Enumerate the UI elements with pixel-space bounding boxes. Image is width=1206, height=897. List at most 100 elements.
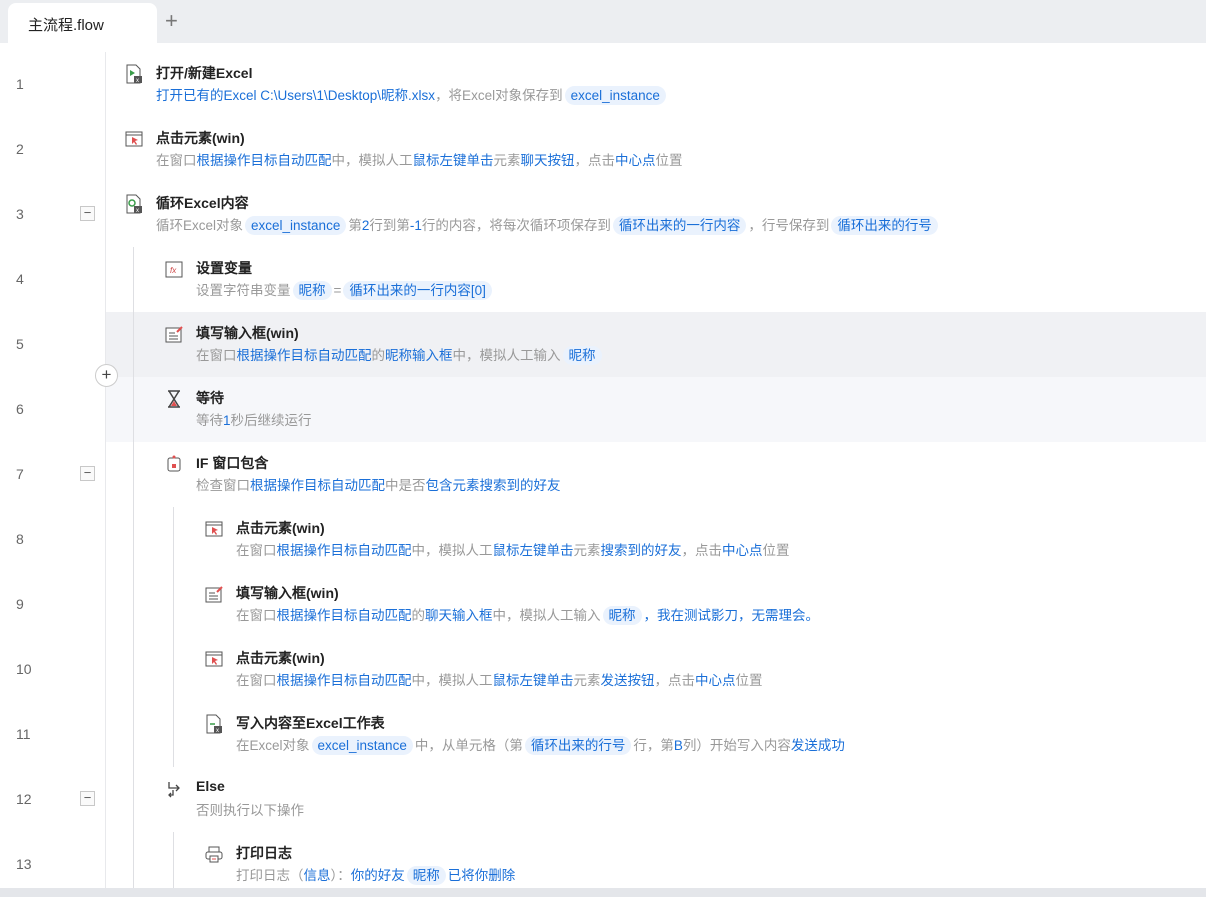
step-description: 检查窗口根据操作目标自动匹配中是否包含元素搜索到的好友: [196, 475, 561, 497]
parameter-value[interactable]: 你的好友: [351, 868, 405, 883]
line-number: 12: [16, 791, 32, 807]
step-description: 在窗口根据操作目标自动匹配中，模拟人工鼠标左键单击元素搜索到的好友，点击中心点位…: [236, 540, 790, 562]
description-text: 设置字符串变量: [196, 283, 291, 298]
svg-text:x: x: [136, 208, 139, 214]
variable-pill[interactable]: 循环出来的一行内容[0]: [343, 281, 492, 300]
excel-write-icon: x: [205, 714, 223, 734]
parameter-value[interactable]: -1: [410, 218, 422, 233]
flow-step-row[interactable]: 7 − IF 窗口包含 检查窗口根据操作目标自动匹配中是否包含元素搜索到的好友: [0, 442, 1206, 507]
click-element-icon: [205, 649, 223, 669]
description-text: 秒后继续运行: [230, 413, 312, 428]
variable-pill[interactable]: excel_instance: [311, 736, 413, 755]
step-title: 点击元素(win): [236, 650, 325, 666]
parameter-value[interactable]: 中心点: [722, 543, 763, 558]
variable-pill[interactable]: 昵称: [292, 281, 332, 300]
parameter-value[interactable]: 根据操作目标自动匹配: [277, 543, 412, 558]
flow-step-row[interactable]: 4 fx 设置变量 设置字符串变量 昵称 = 循环出来的一行内容[0]: [0, 247, 1206, 312]
collapse-toggle[interactable]: −: [80, 466, 95, 481]
flow-step-row[interactable]: 8 点击元素(win) 在窗口根据操作目标自动匹配中，模拟人工鼠标左键单击元素搜索到…: [0, 507, 1206, 572]
parameter-value[interactable]: 鼠标左键单击: [413, 153, 494, 168]
variable-pill[interactable]: excel_instance: [245, 216, 347, 235]
description-text: 中，模拟人工: [411, 673, 493, 688]
flow-step-row[interactable]: 9 填写输入框(win) 在窗口根据操作目标自动匹配的聊天输入框中，模拟人工输入 昵称…: [0, 572, 1206, 637]
variable-pill[interactable]: 昵称: [562, 346, 602, 365]
parameter-value[interactable]: 包含元素搜索到的好友: [426, 478, 561, 493]
parameter-value[interactable]: 打开已有的Excel C:\Users\1\Desktop\昵称.xlsx: [156, 88, 435, 103]
description-text: 第: [348, 218, 362, 233]
line-number: 9: [16, 596, 24, 612]
flow-step-row[interactable]: 3− x 循环Excel内容 循环Excel对象 excel_instance 第2行到第…: [0, 182, 1206, 247]
collapse-toggle[interactable]: −: [80, 791, 95, 806]
variable-pill[interactable]: 昵称: [602, 606, 642, 625]
horizontal-scrollbar[interactable]: [0, 888, 1206, 897]
click-element-icon: [205, 519, 223, 539]
step-description: 在窗口根据操作目标自动匹配的聊天输入框中，模拟人工输入 昵称 ，我在测试影刀，无需理…: [236, 605, 819, 627]
description-text: 在窗口: [236, 543, 277, 558]
parameter-value[interactable]: 搜索到的好友: [601, 543, 682, 558]
flow-step-row[interactable]: 11 x 写入内容至Excel工作表 在Excel对象 excel_instance 中，…: [0, 702, 1206, 767]
description-text: 元素: [573, 543, 601, 558]
parameter-value[interactable]: 鼠标左键单击: [493, 543, 574, 558]
parameter-value[interactable]: 根据操作目标自动匹配: [277, 608, 412, 623]
line-number: 11: [16, 726, 31, 742]
parameter-value[interactable]: 发送成功: [791, 738, 845, 753]
parameter-value[interactable]: 根据操作目标自动匹配: [277, 673, 412, 688]
parameter-value[interactable]: 发送按钮: [601, 673, 655, 688]
description-text: 位置: [655, 153, 683, 168]
parameter-value[interactable]: 1: [223, 413, 231, 428]
flow-step-row[interactable]: 5 填写输入框(win) 在窗口根据操作目标自动匹配的昵称输入框中，模拟人工输入 昵称: [0, 312, 1206, 377]
step-title: Else: [196, 778, 225, 794]
parameter-value[interactable]: 根据操作目标自动匹配: [250, 478, 385, 493]
variable-pill[interactable]: excel_instance: [564, 86, 666, 105]
variable-pill[interactable]: 循环出来的行号: [524, 736, 632, 755]
add-tab-button[interactable]: +: [165, 8, 178, 34]
parameter-value[interactable]: 中心点: [695, 673, 736, 688]
parameter-value[interactable]: 聊天按钮: [521, 153, 575, 168]
parameter-value[interactable]: 昵称输入框: [385, 348, 453, 363]
parameter-value[interactable]: 中心点: [615, 153, 656, 168]
step-title: 循环Excel内容: [156, 195, 249, 211]
description-text: 的: [411, 608, 426, 623]
flow-step-row[interactable]: 6 等待 等待1秒后继续运行: [0, 377, 1206, 442]
parameter-value[interactable]: B: [674, 738, 683, 753]
parameter-value[interactable]: ，我在测试影刀，无需理会。: [644, 608, 820, 623]
description-text: 等待: [196, 413, 223, 428]
parameter-value[interactable]: 根据操作目标自动匹配: [197, 153, 332, 168]
parameter-value[interactable]: 根据操作目标自动匹配: [237, 348, 372, 363]
step-title: 打开/新建Excel: [156, 65, 253, 81]
line-number: 2: [16, 141, 24, 157]
description-text: 打印日志（: [236, 868, 304, 883]
description-text: ，行号保存到: [748, 218, 830, 233]
variable-pill[interactable]: 循环出来的一行内容: [612, 216, 747, 235]
description-text: 列）开始写入内容: [682, 738, 791, 753]
description-text: 在窗口: [156, 153, 197, 168]
variable-pill[interactable]: 循环出来的行号: [831, 216, 938, 235]
flow-step-row[interactable]: 2 点击元素(win) 在窗口根据操作目标自动匹配中，模拟人工鼠标左键单击元素聊天按…: [0, 117, 1206, 182]
parameter-value[interactable]: 信息: [304, 868, 331, 883]
collapse-toggle[interactable]: −: [80, 206, 95, 221]
line-number: 10: [16, 661, 32, 677]
description-text: ，将Excel对象保存到: [435, 88, 563, 103]
parameter-value[interactable]: 已将你删除: [448, 868, 516, 883]
loop-indent-line: [133, 247, 134, 888]
description-text: 在窗口: [236, 673, 277, 688]
flow-step-row[interactable]: 1 x 打开/新建Excel 打开已有的Excel C:\Users\1\Deskto…: [0, 52, 1206, 117]
tab-main-flow[interactable]: 主流程.flow: [8, 3, 157, 45]
description-text: 在窗口: [236, 608, 277, 623]
flow-step-row[interactable]: 12 − Else 否则执行以下操作: [0, 767, 1206, 832]
parameter-value[interactable]: 聊天输入框: [425, 608, 493, 623]
line-number: 4: [16, 271, 24, 287]
step-title: 写入内容至Excel工作表: [236, 715, 385, 731]
step-description: 否则执行以下操作: [196, 800, 304, 822]
description-text: 中，模拟人工输入: [492, 608, 601, 623]
if-indent-line: [173, 507, 174, 767]
line-number: 8: [16, 531, 24, 547]
parameter-value[interactable]: 鼠标左键单击: [493, 673, 574, 688]
flow-step-row[interactable]: 10 点击元素(win) 在窗口根据操作目标自动匹配中，模拟人工鼠标左键单击元素发送…: [0, 637, 1206, 702]
line-number: 3: [16, 206, 24, 222]
description-text: 位置: [735, 673, 763, 688]
print-log-icon: [205, 844, 223, 864]
description-text: =: [333, 283, 342, 298]
insert-step-button[interactable]: +: [95, 364, 118, 387]
variable-pill[interactable]: 昵称: [406, 866, 446, 885]
